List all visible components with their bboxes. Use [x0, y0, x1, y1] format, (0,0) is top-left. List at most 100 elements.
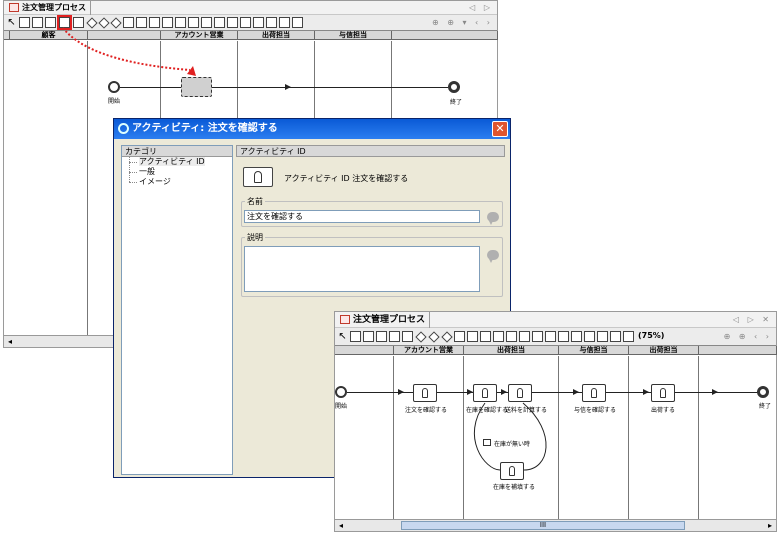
page-tool-icon[interactable] — [597, 331, 608, 342]
activity-check-stock[interactable] — [473, 384, 497, 402]
user-tool-icon[interactable] — [389, 331, 400, 342]
tree-item-label: イメージ — [139, 177, 171, 186]
script-tool-icon[interactable] — [480, 331, 491, 342]
rect-tool-icon[interactable] — [214, 17, 225, 28]
dialog-close-button[interactable]: ✕ — [492, 121, 508, 137]
back-start-node[interactable] — [108, 81, 120, 93]
settings-tool-icon[interactable] — [253, 17, 264, 28]
activity-gear-icon — [118, 123, 129, 134]
flow-arrow — [501, 389, 507, 395]
gateway-tool-icon[interactable] — [415, 331, 426, 342]
export-tool-icon[interactable] — [240, 17, 251, 28]
pen-tool-icon[interactable] — [292, 17, 303, 28]
view-tool-icon[interactable] — [279, 17, 290, 28]
activity-tool-icon[interactable] — [350, 331, 361, 342]
timer-tool-icon[interactable] — [175, 17, 186, 28]
page-tool-icon[interactable] — [266, 17, 277, 28]
merge-tool-icon[interactable] — [441, 331, 452, 342]
pen-tool-icon[interactable] — [623, 331, 634, 342]
record-tool-icon[interactable] — [493, 331, 504, 342]
stop-tool-icon[interactable] — [532, 331, 543, 342]
front-tab-nav[interactable]: ◁ ▷ ✕ — [733, 312, 772, 328]
activity-check-credit[interactable] — [582, 384, 606, 402]
name-comment-icon[interactable] — [487, 212, 499, 225]
front-scroll-thumb[interactable]: III — [401, 521, 685, 530]
back-zoom-controls[interactable]: ⊕ ⊕ ▾ ‹ › — [432, 16, 493, 30]
description-textarea[interactable] — [244, 246, 480, 292]
front-lane — [559, 356, 629, 520]
name-input[interactable] — [244, 210, 480, 223]
email-tool-icon[interactable] — [454, 331, 465, 342]
record-tool-icon[interactable] — [162, 17, 173, 28]
activity-id-icon-box — [243, 167, 273, 187]
link-tool-icon[interactable] — [136, 17, 147, 28]
activity-label: 出荷する — [651, 407, 676, 414]
back-lane — [4, 41, 88, 337]
pointer-tool-icon[interactable]: ↖ — [6, 17, 17, 28]
activity-restock[interactable] — [500, 462, 524, 480]
front-tab-title: 注文管理プロセス — [353, 315, 426, 325]
decision-tool-icon[interactable] — [428, 331, 439, 342]
selected-activity-tool-icon[interactable] — [57, 15, 72, 30]
activity-tool-icon[interactable] — [19, 17, 30, 28]
note-tool-icon[interactable] — [73, 17, 84, 28]
front-scroll-right[interactable]: ▸ — [764, 520, 776, 531]
person-icon — [517, 388, 523, 398]
back-end-node[interactable] — [448, 81, 460, 93]
message-tool-icon[interactable] — [188, 17, 199, 28]
placeholder-activity-box[interactable] — [181, 77, 212, 97]
gateway-tool-icon[interactable] — [86, 17, 97, 28]
email-tool-icon[interactable] — [123, 17, 134, 28]
front-end-node[interactable] — [757, 386, 769, 398]
back-document-tab[interactable]: 注文管理プロセス — [6, 1, 91, 15]
link-tool-icon[interactable] — [467, 331, 478, 342]
description-comment-icon[interactable] — [487, 250, 499, 263]
tree-item-label: 一般 — [139, 167, 155, 176]
activity-label: 在庫を補填する — [493, 484, 536, 491]
rect-tool-icon[interactable] — [545, 331, 556, 342]
back-scroll-left[interactable]: ◂ — [4, 336, 16, 347]
front-toolbar: ↖ (75%) ⊕ ⊕ ‹ › — [335, 328, 776, 346]
end-tool-icon[interactable] — [558, 331, 569, 342]
script-tool-icon[interactable] — [149, 17, 160, 28]
subprocess-tool-icon[interactable] — [32, 17, 43, 28]
tree-item-image[interactable]: イメージ — [122, 177, 232, 187]
data-tool-icon[interactable] — [45, 17, 56, 28]
export-tool-icon[interactable] — [571, 331, 582, 342]
front-zoom-controls[interactable]: ⊕ ⊕ ‹ › — [724, 328, 772, 346]
zoom-level[interactable]: (75%) — [638, 329, 664, 343]
message-tool-icon[interactable] — [519, 331, 530, 342]
person-icon — [254, 171, 262, 183]
process-doc-icon — [9, 3, 19, 12]
back-tab-title: 注文管理プロセス — [22, 3, 86, 12]
view-tool-icon[interactable] — [610, 331, 621, 342]
stop-tool-icon[interactable] — [201, 17, 212, 28]
back-end-label: 終了 — [450, 99, 463, 106]
subprocess-tool-icon[interactable] — [363, 331, 374, 342]
panel-header: アクティビティ ID — [236, 145, 505, 157]
activity-label: 与信を確認する — [574, 407, 617, 414]
front-hscrollbar[interactable]: ◂ III ▸ — [335, 519, 776, 531]
decision-tool-icon[interactable] — [98, 17, 109, 28]
back-tab-nav[interactable]: ◁ ▷ — [469, 1, 493, 15]
timer-tool-icon[interactable] — [506, 331, 517, 342]
front-start-node[interactable] — [335, 386, 347, 398]
pointer-tool-icon[interactable]: ↖ — [337, 331, 348, 342]
description-group: 説明 — [241, 232, 503, 297]
front-scroll-left[interactable]: ◂ — [335, 520, 347, 531]
tree-item-general[interactable]: 一般 — [122, 167, 232, 177]
merge-tool-icon[interactable] — [110, 17, 121, 28]
end-tool-icon[interactable] — [227, 17, 238, 28]
activity-id-value: 注文を確認する — [352, 174, 409, 183]
activity-id-label: アクティビティ ID — [284, 174, 350, 183]
dialog-title-bar[interactable]: アクティビティ: 注文を確認する — [114, 119, 510, 139]
settings-tool-icon[interactable] — [584, 331, 595, 342]
tree-item-activity-id[interactable]: アクティビティ ID — [122, 157, 232, 167]
activity-ship[interactable] — [651, 384, 675, 402]
activity-confirm-order[interactable] — [413, 384, 437, 402]
front-lane-header-credit: 与信担当 — [559, 346, 629, 355]
note-tool-icon[interactable] — [402, 331, 413, 342]
front-document-tab[interactable]: 注文管理プロセス — [337, 312, 431, 328]
data-tool-icon[interactable] — [376, 331, 387, 342]
activity-calc-shipping[interactable] — [508, 384, 532, 402]
